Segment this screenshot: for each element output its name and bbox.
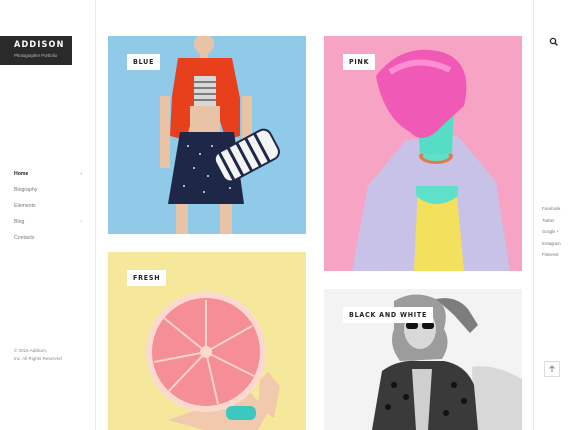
social-link-instagram[interactable]: Instagram: [542, 240, 570, 252]
photo-woman-pink-hair: [324, 36, 522, 271]
nav-item-home[interactable]: Home ›: [14, 169, 84, 185]
gallery-tile-blue[interactable]: BLUE: [108, 36, 306, 234]
gallery-tile-fresh[interactable]: FRESH: [108, 252, 306, 430]
tile-label: BLUE: [127, 54, 161, 70]
copyright: © 2016 Addison, Inc. All Rights Reserved: [14, 347, 84, 363]
social-links: Facebook Twitter Google + Instagram Pint…: [542, 205, 570, 263]
social-link-twitter[interactable]: Twitter: [542, 217, 570, 229]
nav-item-label: Contacts: [14, 235, 35, 241]
logo[interactable]: ADDISON Photographer Portfolio: [0, 36, 72, 65]
logo-title: ADDISON: [14, 40, 65, 50]
left-sidebar: ADDISON Photographer Portfolio Home › Bi…: [0, 0, 96, 430]
tile-label: PINK: [343, 54, 376, 70]
gallery-tile-black-and-white[interactable]: BLACK AND WHITE: [324, 289, 522, 430]
chevron-right-icon: ›: [80, 219, 82, 225]
nav-item-label: Elements: [14, 203, 36, 209]
social-link-google-plus[interactable]: Google +: [542, 228, 570, 240]
nav-item-label: Home: [14, 171, 29, 177]
main-nav: Home › Biography Elements Blog › Contact…: [14, 169, 84, 249]
search-icon[interactable]: [548, 35, 560, 47]
copyright-line: Inc. All Rights Reserved: [14, 356, 62, 361]
nav-item-biography[interactable]: Biography: [14, 185, 84, 201]
arrow-up-icon: [549, 365, 555, 372]
tile-label: BLACK AND WHITE: [343, 307, 434, 323]
nav-item-label: Biography: [14, 187, 38, 193]
gallery-tile-pink[interactable]: PINK: [324, 36, 522, 271]
social-link-pinterest[interactable]: Pinterest: [542, 251, 570, 263]
nav-item-blog[interactable]: Blog ›: [14, 217, 84, 233]
logo-subtitle: Photographer Portfolio: [14, 53, 57, 58]
social-link-facebook[interactable]: Facebook: [542, 205, 570, 217]
nav-item-elements[interactable]: Elements: [14, 201, 84, 217]
chevron-right-icon: ›: [80, 171, 82, 177]
tile-label: FRESH: [127, 270, 167, 286]
nav-item-contacts[interactable]: Contacts: [14, 233, 84, 249]
copyright-line: © 2016 Addison,: [14, 348, 48, 353]
nav-item-label: Blog: [14, 219, 25, 225]
back-to-top-button[interactable]: [544, 361, 560, 377]
right-sidebar: Facebook Twitter Google + Instagram Pint…: [533, 0, 570, 430]
